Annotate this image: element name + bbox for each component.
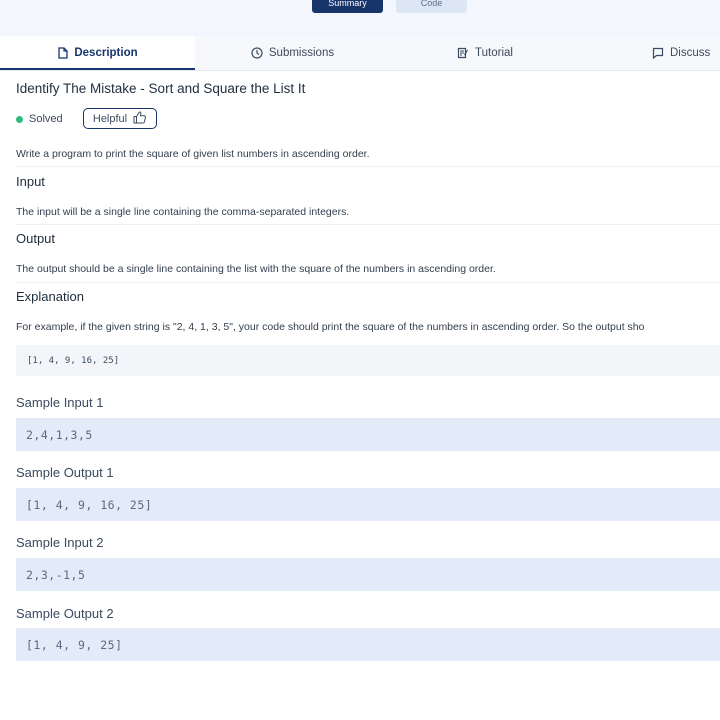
helpful-button[interactable]: Helpful (83, 108, 157, 129)
tab-discuss[interactable]: Discuss (640, 36, 720, 70)
explanation-text: For example, if the given string is "2, … (16, 321, 645, 333)
explanation-code-block: [1, 4, 9, 16, 25] (16, 345, 720, 376)
explanation-heading: Explanation (16, 289, 84, 304)
tab-label: Submissions (268, 47, 335, 59)
section-divider (16, 282, 720, 283)
helpful-label: Helpful (92, 112, 128, 125)
tab-submissions[interactable]: Submissions (205, 36, 380, 70)
section-divider (16, 224, 720, 225)
active-tab-indicator (0, 68, 195, 70)
sample-input-1-label: Sample Input 1 (16, 395, 104, 410)
sample-input-2-label: Sample Input 2 (16, 535, 104, 550)
tab-description[interactable]: Description (0, 36, 195, 70)
chat-icon (652, 47, 664, 59)
sample-input-2-box: 2,3,-1,5 (16, 558, 720, 591)
tab-label: Tutorial (475, 47, 513, 59)
sample-output-1-box: [1, 4, 9, 16, 25] (16, 488, 720, 521)
solved-label: Solved (29, 113, 63, 125)
section-divider (16, 166, 720, 167)
problem-title: Identify The Mistake - Sort and Square t… (16, 81, 306, 96)
sample-output-1-label: Sample Output 1 (16, 465, 114, 480)
thumbs-up-icon (133, 110, 147, 127)
solved-dot-icon (16, 115, 23, 123)
sample-input-1-box: 2,4,1,3,5 (16, 418, 720, 451)
sample-output-2-label: Sample Output 2 (16, 606, 114, 621)
problem-tabs: Description Submissions Tutorial Discuss (0, 36, 720, 71)
clock-icon (251, 47, 263, 59)
document-icon (57, 47, 69, 59)
output-description: The output should be a single line conta… (16, 263, 496, 275)
tab-label: Discuss (670, 47, 711, 59)
summary-toggle-button[interactable]: Summary (312, 0, 383, 13)
tab-tutorial[interactable]: Tutorial (400, 36, 570, 70)
tutorial-icon (457, 47, 469, 59)
input-description: The input will be a single line containi… (16, 206, 350, 218)
sample-output-2-box: [1, 4, 9, 25] (16, 628, 720, 661)
output-heading: Output (16, 231, 56, 246)
top-toggle-bar: Summary Code (0, 0, 720, 36)
tab-label: Description (74, 47, 138, 59)
problem-description: Write a program to print the square of g… (16, 148, 370, 160)
code-toggle-button[interactable]: Code (396, 0, 467, 13)
input-heading: Input (16, 174, 45, 189)
solved-status: Solved (16, 108, 63, 130)
